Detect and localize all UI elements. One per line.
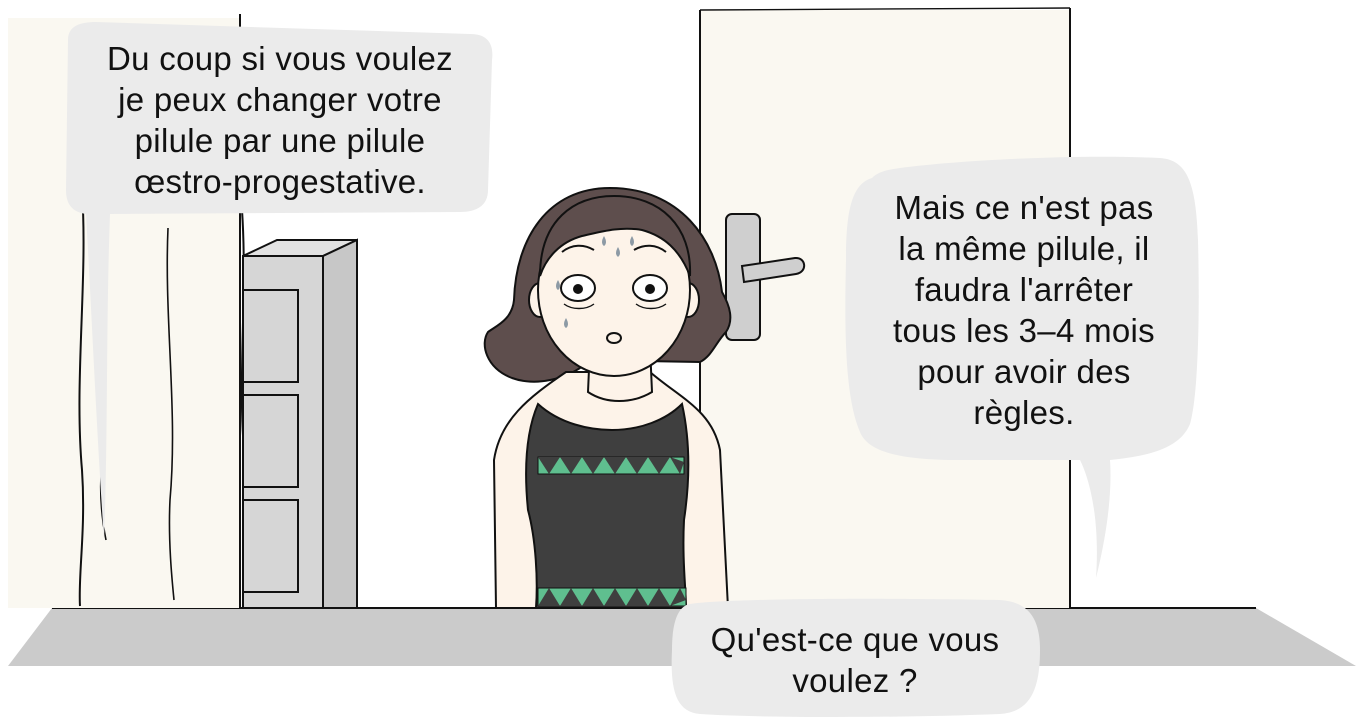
- mouth: [606, 332, 622, 344]
- speech-bubble-text-3: Qu'est-ce que vous voulez ?: [710, 620, 1000, 699]
- dress: [525, 402, 690, 609]
- woman-character: [483, 186, 732, 609]
- speech-bubble-text-1: Du coup si vous voulez je peux changer v…: [107, 40, 453, 200]
- shelf: [242, 238, 358, 609]
- speech-bubble-text-2: Mais ce n'est pas la même pilule, il fau…: [893, 189, 1155, 431]
